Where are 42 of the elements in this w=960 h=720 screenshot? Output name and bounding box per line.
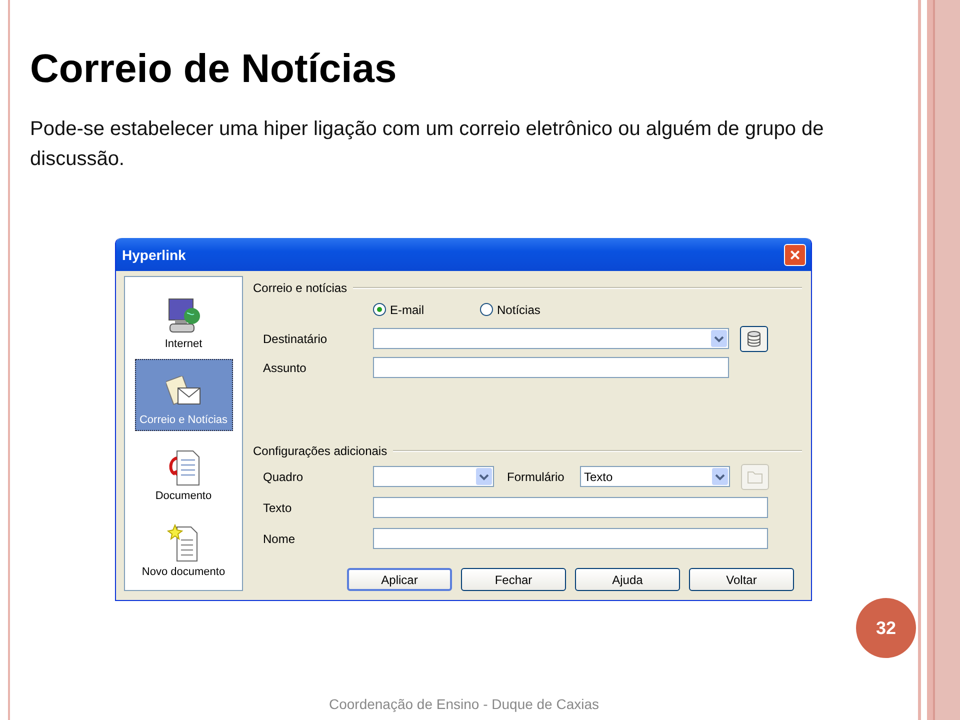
document-arrow-icon xyxy=(166,450,200,486)
dropdown-value: Texto xyxy=(584,470,613,484)
monitor-globe-icon xyxy=(166,298,200,334)
field-label: Nome xyxy=(262,532,296,546)
category-item[interactable]: Internet xyxy=(134,283,232,355)
slide-text: Pode-se estabelecer uma hiper ligação com um correio eletrônico ou alguém de grupo de discussão. xyxy=(30,117,825,172)
dialog-title: Hyperlink xyxy=(122,246,186,262)
category-item[interactable]: Documento xyxy=(134,435,232,507)
category-label: Internet xyxy=(164,338,202,350)
category-label: Correio e Notícias xyxy=(139,414,228,426)
text-field[interactable] xyxy=(373,528,768,549)
dialog-button[interactable]: Ajuda xyxy=(575,568,680,591)
subject-field[interactable] xyxy=(373,357,729,378)
slide-title: Correio de Notícias xyxy=(30,46,398,93)
dialog-button[interactable]: Aplicar xyxy=(347,568,452,591)
field-label: Destinatário xyxy=(262,332,328,346)
group-title: Correio e notícias xyxy=(253,281,348,295)
radio-button[interactable] xyxy=(373,303,386,316)
category-label: Novo documento xyxy=(142,566,226,578)
page-number: 32 xyxy=(856,598,916,658)
text-field[interactable] xyxy=(373,497,768,518)
close-button[interactable]: × xyxy=(784,244,806,266)
recipient-dropdown[interactable] xyxy=(373,328,729,349)
radio-button[interactable] xyxy=(480,303,494,316)
dialog-button[interactable]: Voltar xyxy=(689,568,794,591)
field-label: Quadro xyxy=(262,470,304,484)
database-button[interactable] xyxy=(740,326,768,352)
category-label: Documento xyxy=(155,490,212,502)
new-document-icon xyxy=(166,524,200,562)
radio-label: Notícias xyxy=(497,302,540,316)
field-label: Texto xyxy=(262,500,293,514)
form-dropdown[interactable]: Texto xyxy=(580,466,730,487)
folder-icon xyxy=(747,470,763,484)
field-label: Formulário xyxy=(507,470,566,484)
group-title: Configurações adicionais xyxy=(253,444,388,458)
dialog-button[interactable]: Fechar xyxy=(461,568,566,591)
radio-label: E-mail xyxy=(390,302,424,316)
database-icon xyxy=(747,330,761,346)
slide-footer: Coordenação de Ensino - Duque de Caxias xyxy=(10,696,918,712)
field-label: Assunto xyxy=(262,360,308,374)
frame-dropdown[interactable] xyxy=(373,466,494,487)
category-item[interactable]: Novo documento xyxy=(134,511,232,583)
